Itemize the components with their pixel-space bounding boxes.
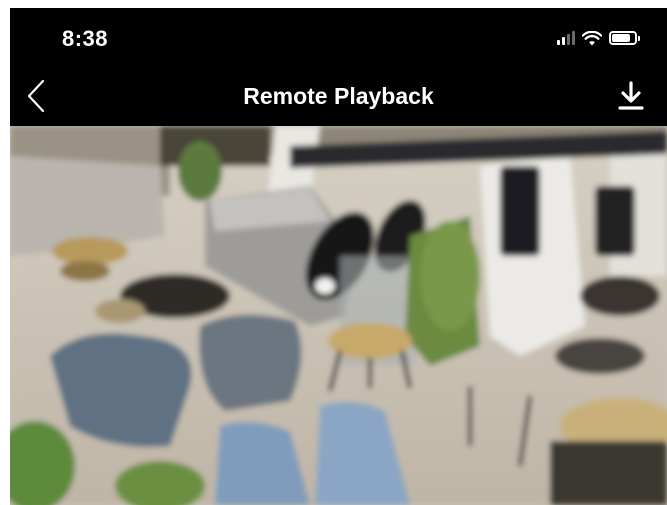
- status-time: 8:38: [62, 26, 109, 51]
- navigation-bar: Remote Playback: [10, 66, 667, 126]
- wifi-icon: [582, 30, 602, 45]
- status-bar: 8:38: [10, 8, 667, 66]
- status-icons: [557, 28, 640, 48]
- cellular-signal-icon: [557, 31, 575, 45]
- page-title: Remote Playback: [243, 83, 434, 109]
- app-screen: 8:38 Remote Playback: [10, 8, 667, 505]
- battery-level: [612, 34, 631, 42]
- video-playback-view[interactable]: [10, 126, 667, 505]
- battery-icon: [609, 31, 640, 45]
- camera-frame-image: [10, 126, 667, 505]
- download-button[interactable]: [617, 79, 645, 113]
- download-icon: [618, 81, 644, 110]
- phone-frame: 8:38 Remote Playback: [0, 0, 667, 505]
